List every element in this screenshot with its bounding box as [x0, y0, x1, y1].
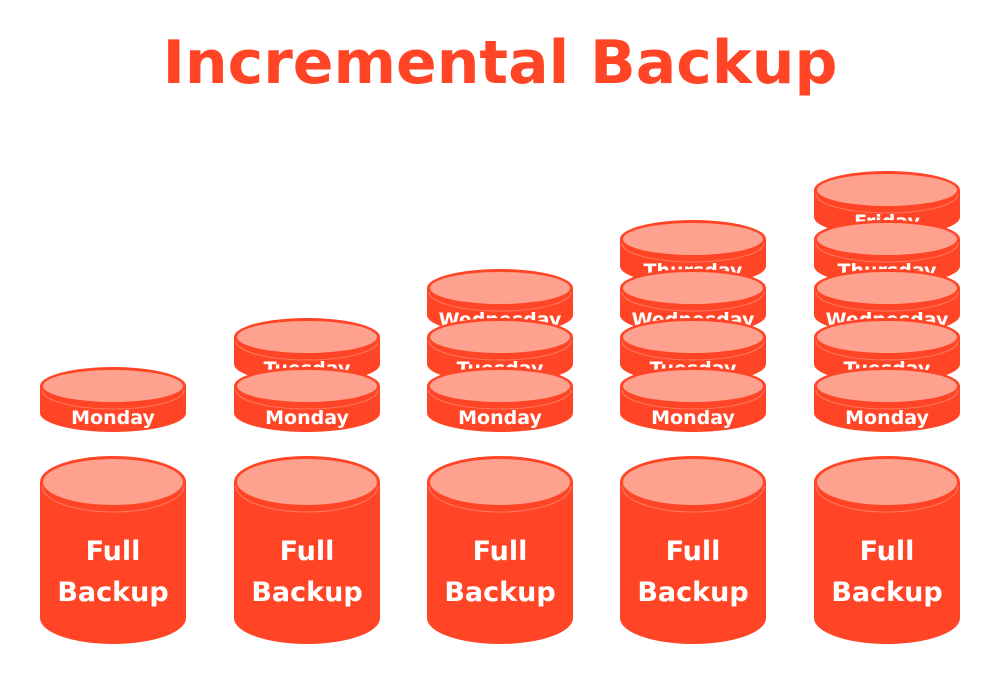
incremental-disk: Monday [620, 367, 766, 432]
incremental-disk-label: Monday [458, 407, 542, 429]
full-backup-label: Backup [251, 577, 362, 608]
incremental-disk-label: Monday [265, 407, 349, 429]
full-backup-top [623, 459, 763, 505]
incremental-disk-top [430, 272, 570, 304]
full-backup-cylinder: Full Backup [40, 456, 186, 644]
incremental-disk-top [623, 272, 763, 304]
full-backup-cylinder: Full Backup [427, 456, 573, 644]
incremental-disk-top [237, 370, 377, 402]
incremental-disk-top [237, 321, 377, 353]
incremental-disk-top [430, 370, 570, 402]
full-backup-cylinder: Full Backup [620, 456, 766, 644]
incremental-disk: Monday [234, 367, 380, 432]
backup-column: FullBackupTuesdayMonday [234, 318, 380, 644]
full-backup-label: Full [860, 536, 915, 567]
full-backup-label: Full [86, 536, 141, 567]
backup-column: FullBackupWednesdayTuesdayMonday [427, 269, 573, 644]
incremental-disk-top [817, 174, 957, 206]
full-backup-label: Full [473, 536, 528, 567]
full-backup-label: Full [280, 536, 335, 567]
full-backup-top [43, 459, 183, 505]
full-backup-label: Full [666, 536, 721, 567]
backup-diagram: FullBackupMondayFullBackupTuesdayMondayF… [40, 171, 960, 644]
full-backup-label: Backup [637, 577, 748, 608]
incremental-disk-top [430, 321, 570, 353]
backup-column: Full Backup Monday [40, 367, 186, 644]
incremental-disk-top [817, 223, 957, 255]
incremental-disk: Monday [40, 367, 186, 432]
incremental-disk-label: Monday [71, 407, 155, 429]
incremental-disk-label: Monday [651, 407, 735, 429]
full-backup-cylinder: Full Backup [814, 456, 960, 644]
full-backup-label: Backup [831, 577, 942, 608]
incremental-disk: Monday [814, 367, 960, 432]
full-backup-cylinder: Full Backup [234, 456, 380, 644]
incremental-disk-top [623, 223, 763, 255]
incremental-disk-top [817, 321, 957, 353]
incremental-disk: Monday [427, 367, 573, 432]
full-backup-top [430, 459, 570, 505]
incremental-disk-top [623, 321, 763, 353]
backup-column: FullBackupFridayThursdayWednesdayTuesday… [814, 171, 960, 644]
incremental-disk-top [817, 272, 957, 304]
full-backup-top [817, 459, 957, 505]
incremental-disk-top [623, 370, 763, 402]
incremental-disk-label: Monday [845, 407, 929, 429]
full-backup-top [237, 459, 377, 505]
incremental-disk-top [43, 370, 183, 402]
backup-column: FullBackupThursdayWednesdayTuesdayMonday [620, 220, 766, 644]
full-backup-label: Backup [444, 577, 555, 608]
full-backup-label: Backup [57, 577, 168, 608]
incremental-disk-top [817, 370, 957, 402]
